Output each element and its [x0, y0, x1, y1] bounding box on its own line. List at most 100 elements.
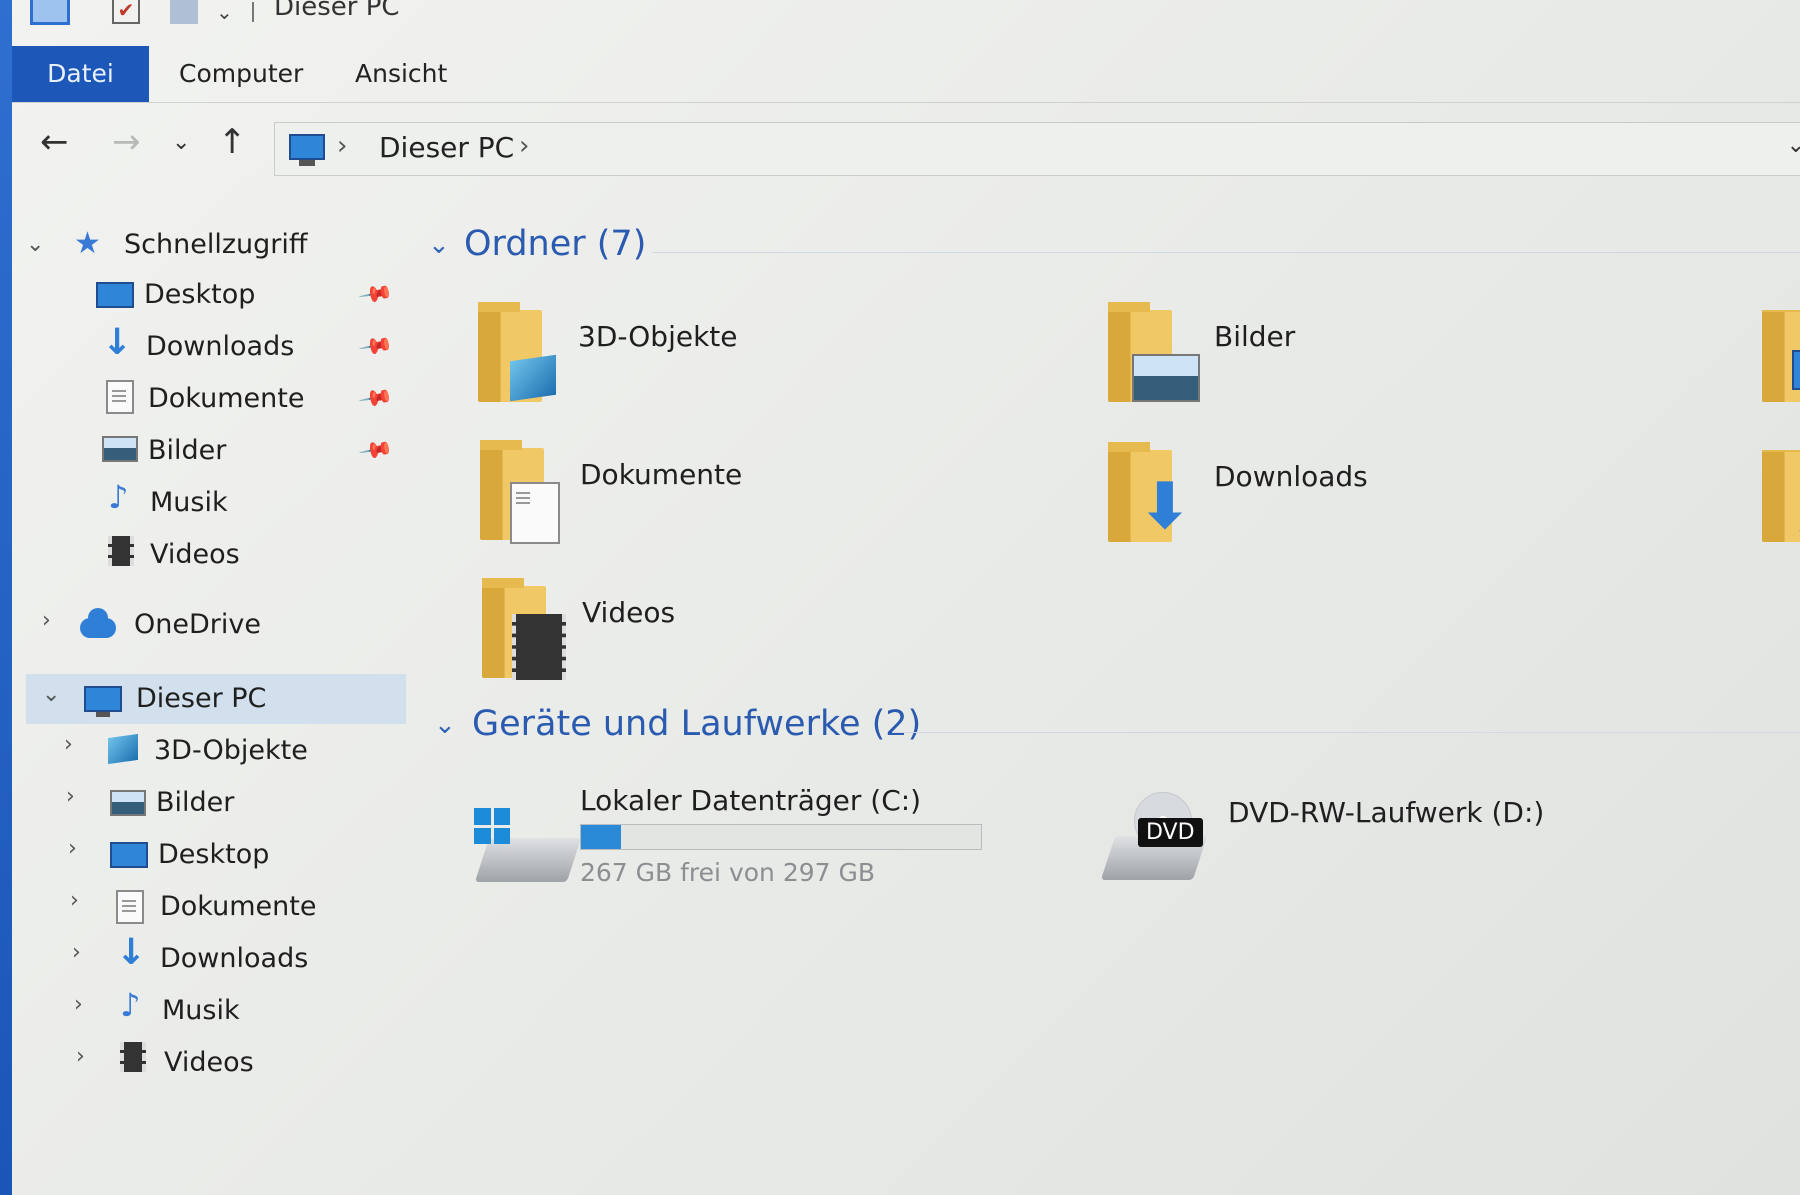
breadcrumb-separator-icon[interactable]: › — [519, 131, 529, 161]
sidebar-item-pictures[interactable]: Bilder — [148, 426, 226, 476]
sidebar-item-videos[interactable]: Videos — [150, 530, 240, 580]
file-explorer-window: ✔ ⌄ Dieser PC Datei Computer Ansicht ← →… — [12, 0, 1800, 1195]
folder-tile-music-partial[interactable]: ♪ — [1762, 450, 1800, 560]
new-folder-icon[interactable] — [170, 0, 198, 24]
window-title: Dieser PC — [274, 0, 400, 22]
drive-tile-d[interactable]: DVD DVD-RW-Laufwerk (D:) — [1098, 790, 1658, 920]
desktop-edge — [0, 0, 12, 1195]
up-arrow-icon[interactable]: ↑ — [218, 122, 247, 162]
folder-label: 3D-Objekte — [578, 320, 738, 353]
folder-tile-pictures[interactable]: Bilder — [1108, 302, 1628, 420]
title-bar: ✔ ⌄ Dieser PC — [12, 0, 1800, 34]
sidebar-item-videos[interactable]: Videos — [164, 1038, 254, 1088]
folder-tile-videos[interactable]: Videos — [482, 578, 1002, 696]
expand-chevron-icon[interactable]: › — [64, 732, 73, 757]
desktop-icon — [96, 282, 134, 308]
downloads-icon: ↓ — [102, 322, 133, 363]
hard-drive-icon — [474, 838, 582, 882]
this-pc-icon — [289, 134, 325, 166]
back-arrow-icon[interactable]: ← — [40, 122, 69, 162]
desktop-icon — [1792, 350, 1800, 390]
pin-icon[interactable]: 📌 — [357, 276, 394, 312]
sidebar-item-documents[interactable]: Dokumente — [160, 882, 316, 932]
folder-tile-desktop-partial[interactable] — [1762, 310, 1800, 420]
breadcrumb-separator-icon[interactable]: › — [337, 131, 347, 161]
downloads-icon: ↓ — [116, 932, 147, 973]
dvd-badge: DVD — [1138, 818, 1203, 847]
group-divider — [892, 732, 1800, 733]
pictures-icon — [1132, 354, 1200, 402]
sidebar-item-downloads[interactable]: Downloads — [160, 934, 308, 984]
drive-label: DVD-RW-Laufwerk (D:) — [1228, 796, 1545, 829]
recent-locations-chevron-icon[interactable]: ⌄ — [172, 130, 190, 155]
collapse-chevron-icon[interactable]: ⌄ — [42, 682, 60, 707]
videos-icon — [120, 1042, 146, 1072]
this-pc-icon[interactable] — [30, 0, 70, 25]
customize-toolbar-dropdown-icon[interactable]: ⌄ — [216, 0, 233, 24]
folders-group-chevron-icon[interactable]: ⌄ — [428, 230, 450, 260]
sidebar-item-documents[interactable]: Dokumente — [148, 374, 304, 424]
address-bar[interactable]: › Dieser PC › ⌄ — [274, 122, 1800, 176]
drive-usage-fill — [581, 825, 622, 849]
expand-chevron-icon[interactable]: › — [68, 836, 77, 861]
sidebar-item-downloads[interactable]: Downloads — [146, 322, 294, 372]
sidebar-item-music[interactable]: Musik — [150, 478, 228, 528]
forward-arrow-icon[interactable]: → — [112, 122, 141, 162]
sidebar-item-quick-access[interactable]: Schnellzugriff — [124, 220, 307, 270]
sidebar-item-desktop[interactable]: Desktop — [158, 830, 269, 880]
folder-label: Downloads — [1214, 460, 1368, 493]
pin-icon[interactable]: 📌 — [357, 328, 394, 364]
music-icon: ♪ — [1796, 494, 1800, 545]
pin-icon[interactable]: 📌 — [357, 432, 394, 468]
sidebar-item-music[interactable]: Musik — [162, 986, 240, 1036]
windows-logo-icon — [474, 808, 510, 844]
address-dropdown-chevron-icon[interactable]: ⌄ — [1787, 133, 1800, 158]
pin-icon[interactable]: 📌 — [357, 380, 394, 416]
sidebar-item-this-pc[interactable]: Dieser PC — [136, 674, 266, 724]
folder-tile-3d-objects[interactable]: 3D-Objekte — [478, 302, 998, 420]
tab-file[interactable]: Datei — [12, 46, 149, 102]
expand-chevron-icon[interactable]: › — [66, 784, 75, 809]
drive-label: Lokaler Datenträger (C:) — [580, 784, 922, 817]
collapse-chevron-icon[interactable]: ⌄ — [26, 232, 44, 257]
tab-computer[interactable]: Computer — [179, 46, 303, 102]
3d-objects-icon — [510, 354, 556, 402]
documents-icon — [510, 482, 560, 544]
group-divider — [652, 252, 1800, 253]
desktop-icon — [110, 842, 148, 868]
music-icon: ♪ — [108, 478, 129, 516]
sidebar-item-onedrive[interactable]: OneDrive — [134, 600, 261, 650]
sidebar-item-desktop[interactable]: Desktop — [144, 270, 255, 320]
navigation-bar: ← → ⌄ ↑ › Dieser PC › ⌄ — [12, 104, 1800, 184]
breadcrumb-this-pc[interactable]: Dieser PC — [379, 131, 514, 164]
devices-group-heading[interactable]: Geräte und Laufwerke (2) — [472, 704, 921, 744]
drive-free-space: 267 GB frei von 297 GB — [580, 858, 876, 887]
folder-label: Bilder — [1214, 320, 1296, 353]
folders-group-heading[interactable]: Ordner (7) — [464, 224, 646, 264]
navigation-pane: ⌄ ★ Schnellzugriff Desktop 📌 ↓ Downloads… — [12, 220, 412, 1195]
properties-check-icon[interactable]: ✔ — [112, 0, 140, 24]
expand-chevron-icon[interactable]: › — [42, 608, 51, 633]
pictures-icon — [110, 790, 146, 816]
expand-chevron-icon[interactable]: › — [76, 1044, 85, 1069]
tab-view[interactable]: Ansicht — [355, 46, 447, 102]
folder-tile-documents[interactable]: Dokumente — [480, 440, 1000, 558]
documents-icon — [106, 380, 134, 414]
folder-icon — [1762, 450, 1800, 542]
expand-chevron-icon[interactable]: › — [70, 888, 79, 913]
drive-tile-c[interactable]: Lokaler Datenträger (C:) 267 GB frei von… — [472, 776, 1072, 906]
documents-icon — [116, 890, 144, 924]
sidebar-item-pictures[interactable]: Bilder — [156, 778, 234, 828]
music-icon: ♪ — [120, 986, 141, 1024]
ribbon-tabs: Datei Computer Ansicht — [12, 44, 1800, 103]
expand-chevron-icon[interactable]: › — [74, 992, 83, 1017]
videos-icon — [512, 614, 566, 680]
content-pane: ⌄ Ordner (7) 3D-Objekte Bilder Dokumente… — [422, 200, 1800, 1195]
onedrive-cloud-icon — [80, 608, 116, 638]
folder-tile-downloads[interactable]: ⬇ Downloads — [1108, 442, 1628, 560]
sidebar-item-3d-objects[interactable]: 3D-Objekte — [154, 726, 308, 776]
expand-chevron-icon[interactable]: › — [72, 940, 81, 965]
devices-group-chevron-icon[interactable]: ⌄ — [434, 710, 456, 740]
drive-usage-bar — [580, 824, 982, 850]
quick-access-star-icon: ★ — [74, 226, 101, 261]
